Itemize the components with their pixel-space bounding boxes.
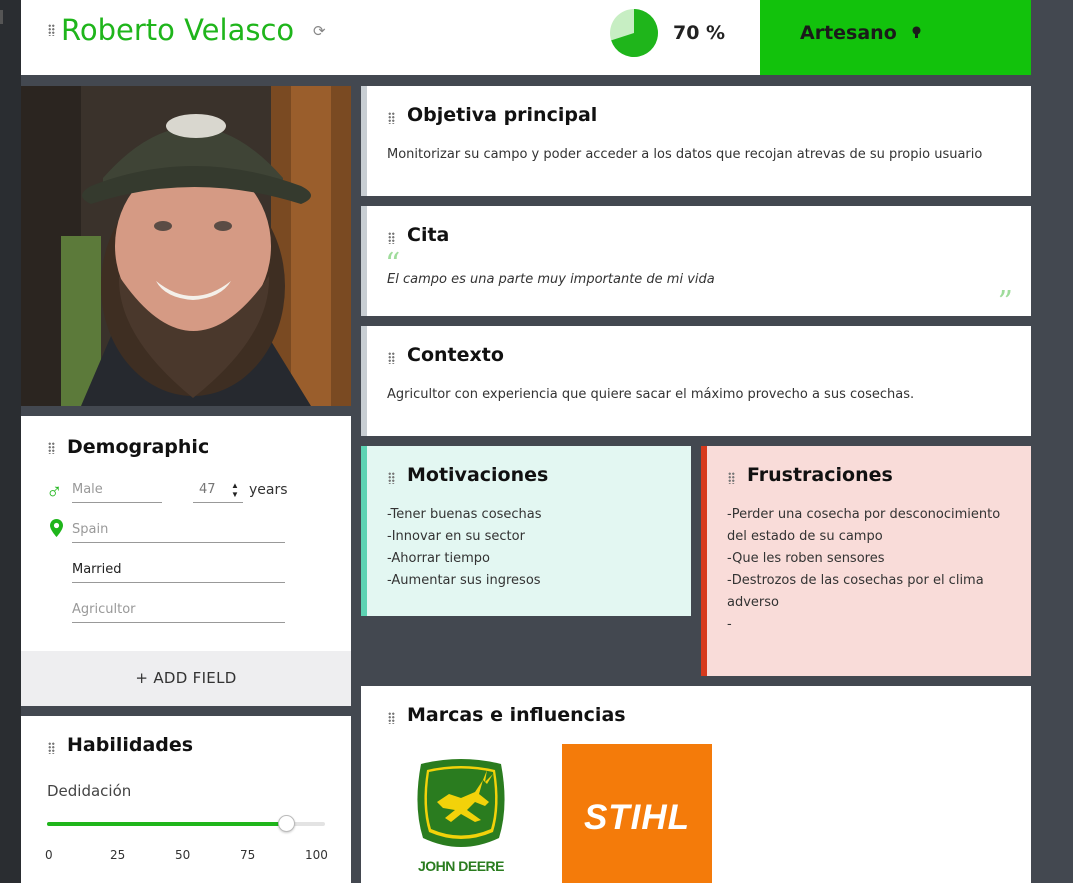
list-item: -	[727, 617, 732, 632]
list-item: -Aumentar sus ingresos	[387, 573, 541, 588]
skill-label: Dedidación	[47, 782, 132, 800]
drag-handle-icon[interactable]	[388, 712, 395, 724]
marital-status-field[interactable]: Married	[72, 562, 285, 583]
frustrations-title: Frustraciones	[747, 464, 893, 486]
stihl-wordmark: STIHL	[583, 798, 691, 837]
card-accent	[361, 446, 367, 616]
drag-handle-icon[interactable]	[48, 442, 55, 454]
card-accent	[361, 86, 367, 196]
main-goal-text[interactable]: Monitorizar su campo y poder acceder a l…	[387, 144, 982, 166]
main-goal-title: Objetiva principal	[407, 104, 598, 126]
motivations-card: Motivaciones -Tener buenas cosechas -Inn…	[361, 446, 691, 616]
lightbulb-icon[interactable]	[912, 26, 921, 40]
window-edge	[0, 0, 21, 883]
brands-title: Marcas e influencias	[407, 704, 626, 726]
skill-slider-thumb[interactable]	[278, 815, 296, 832]
list-item: -Destrozos de las cosechas por el clima	[727, 573, 984, 588]
list-item: -Que les roben sensores	[727, 551, 885, 566]
frustrations-list[interactable]: -Perder una cosecha por desconocimiento …	[727, 504, 1000, 636]
motivations-list[interactable]: -Tener buenas cosechas -Innovar en su se…	[387, 504, 542, 592]
drag-handle-icon[interactable]	[48, 742, 55, 754]
scale-label: 0	[45, 848, 53, 862]
occupation-field[interactable]: Agricultor	[72, 602, 285, 623]
list-item: -Perder una cosecha por desconocimiento	[727, 507, 1001, 522]
close-quote-icon: ”	[997, 285, 1013, 320]
main-goal-card: Objetiva principal Monitorizar su campo …	[361, 86, 1031, 196]
card-accent	[361, 326, 367, 436]
list-item: -Innovar en su sector	[387, 529, 525, 544]
john-deere-emblem	[417, 759, 505, 847]
context-text[interactable]: Agricultor con experiencia que quiere sa…	[387, 384, 914, 406]
completion-percentage: 70 %	[673, 22, 726, 44]
gender-field[interactable]: Male	[72, 482, 162, 503]
map-pin-icon	[50, 519, 63, 537]
card-accent	[361, 206, 367, 316]
drag-handle-icon[interactable]	[388, 352, 395, 364]
role-badge[interactable]: Artesano	[760, 0, 1031, 75]
skills-title: Habilidades	[67, 734, 194, 756]
age-stepper[interactable]: ▲ ▼	[231, 481, 239, 499]
skill-slider-fill	[47, 822, 287, 826]
drag-handle-icon[interactable]	[728, 472, 735, 484]
persona-name[interactable]: Roberto Velasco	[61, 13, 294, 47]
skill-slider[interactable]	[47, 815, 325, 832]
persona-header: Roberto Velasco ⟳ 70 % Artesano	[21, 0, 1031, 75]
context-title: Contexto	[407, 344, 504, 366]
persona-photo[interactable]	[21, 86, 351, 406]
card-accent	[701, 446, 707, 676]
quote-title: Cita	[407, 224, 450, 246]
add-field-button[interactable]: + ADD FIELD	[21, 651, 351, 706]
list-item: del estado de su campo	[727, 529, 883, 544]
context-card: Contexto Agricultor con experiencia que …	[361, 326, 1031, 436]
drag-handle-icon[interactable]	[388, 112, 395, 124]
motivations-title: Motivaciones	[407, 464, 549, 486]
stihl-logo[interactable]: STIHL	[562, 744, 712, 883]
frustrations-card: Frustraciones -Perder una cosecha por de…	[701, 446, 1031, 676]
demographic-card: Demographic ♂ Male 47 ▲ ▼ years Spain Mar…	[21, 416, 351, 706]
drag-handle-icon[interactable]	[388, 472, 395, 484]
role-label: Artesano	[800, 22, 897, 44]
brands-card: Marcas e influencias JOHN DEERE STIHL	[361, 686, 1031, 883]
quote-text[interactable]: El campo es una parte muy importante de …	[387, 269, 715, 291]
age-unit: years	[249, 482, 288, 498]
refresh-icon[interactable]: ⟳	[313, 22, 326, 40]
john-deere-wordmark: JOHN DEERE	[417, 858, 505, 874]
location-field[interactable]: Spain	[72, 522, 285, 543]
persona-photo-image	[21, 86, 351, 406]
john-deere-logo[interactable]: JOHN DEERE	[409, 758, 513, 876]
drag-handle-icon[interactable]	[48, 24, 55, 36]
scale-label: 75	[240, 848, 256, 862]
list-item: -Ahorrar tiempo	[387, 551, 490, 566]
list-item: adverso	[727, 595, 779, 610]
quote-card: Cita “ El campo es una parte muy importa…	[361, 206, 1031, 320]
drag-handle-icon[interactable]	[388, 232, 395, 244]
scale-label: 50	[175, 848, 191, 862]
demographic-title: Demographic	[67, 436, 210, 458]
scale-label: 25	[110, 848, 126, 862]
male-symbol-icon[interactable]: ♂	[46, 481, 63, 503]
scale-label: 100	[305, 848, 328, 862]
list-item: -Tener buenas cosechas	[387, 507, 542, 522]
completion-donut	[610, 9, 658, 57]
skills-card: Habilidades Dedidación 0 25 50 75 100	[21, 716, 351, 883]
